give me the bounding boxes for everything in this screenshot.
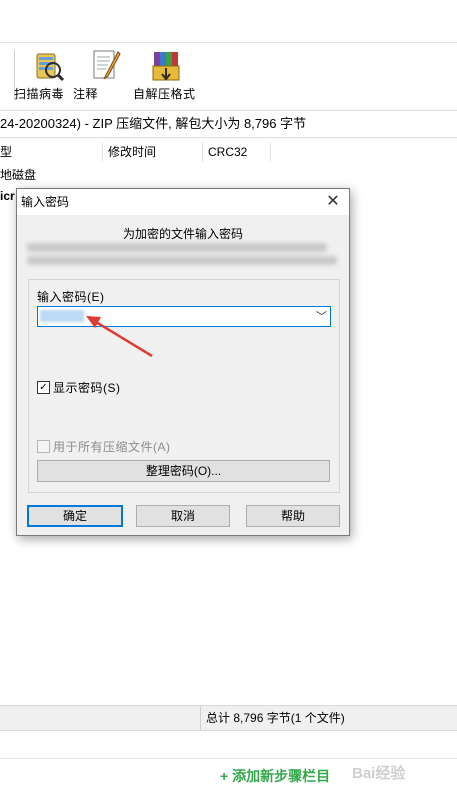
annotation-arrow-icon xyxy=(86,316,153,358)
